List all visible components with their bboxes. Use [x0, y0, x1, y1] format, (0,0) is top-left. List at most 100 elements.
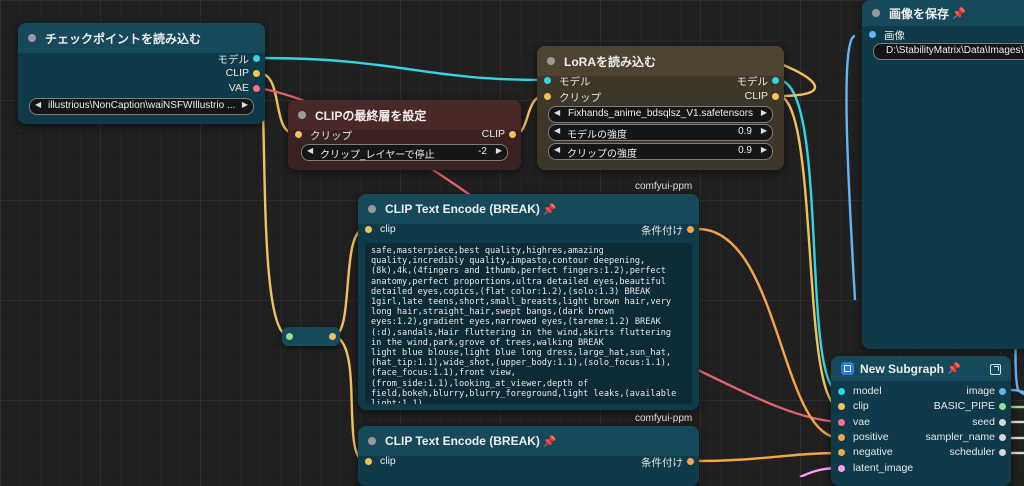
clip-last-layer-header[interactable]: CLIPの最終層を設定: [288, 100, 521, 130]
input-positive-label: positive: [853, 431, 889, 443]
lora-loader-node[interactable]: LoRAを読み込む モデル モデル クリップ CLIP ◀ Fixhands_a…: [537, 46, 784, 170]
clip-last-layer-node[interactable]: CLIPの最終層を設定 クリップ CLIP ◀ クリップ_レイヤーで停止 -2 …: [288, 100, 521, 170]
clip-io-row[interactable]: クリップ CLIP: [288, 127, 521, 143]
checkpoint-loader-node[interactable]: チェックポイントを読み込む モデル CLIP VAE ◀ illustrious…: [18, 23, 265, 124]
output-scheduler-label: scheduler: [949, 446, 995, 458]
output-clip-slot[interactable]: [509, 131, 516, 138]
input-model-label: モデル: [559, 76, 591, 88]
ckpt-name-value: illustrious\NonCaption\waiNSFWIllustrio …: [48, 100, 235, 111]
output-image-slot[interactable]: [999, 388, 1006, 395]
output-scheduler-slot[interactable]: [999, 449, 1006, 456]
output-clip-row[interactable]: CLIP: [18, 66, 265, 82]
wire-vae-to-subgraph-b: [697, 368, 841, 424]
collapse-dot-icon[interactable]: [298, 111, 306, 119]
output-basic-pipe-slot[interactable]: [999, 403, 1006, 410]
lora-name-value: Fixhands_anime_bdsqlsz_V1.safetensors: [567, 108, 754, 119]
output-sampler-name-label: sampler_name: [925, 431, 995, 443]
subgraph-header[interactable]: New Subgraph 📌: [831, 356, 1011, 381]
input-vae-label: vae: [853, 416, 870, 428]
input-latent-image-label: latent_image: [853, 462, 914, 474]
increment-arrow-icon[interactable]: ▶: [761, 126, 767, 135]
arrow-right-icon[interactable]: ▶: [242, 100, 248, 109]
output-conditioning-slot[interactable]: [687, 458, 694, 465]
input-clip-slot[interactable]: [365, 226, 372, 233]
clip-text-encode-positive-node[interactable]: CLIP Text Encode (BREAK) 📌 clip 条件付け saf…: [358, 194, 699, 410]
arrow-left-icon[interactable]: ◀: [35, 100, 41, 109]
lora-name-combo[interactable]: ◀ Fixhands_anime_bdsqlsz_V1.safetensors …: [548, 106, 773, 123]
collapse-dot-icon[interactable]: [872, 9, 880, 17]
input-latent-image-slot[interactable]: [838, 465, 845, 472]
input-negative-slot[interactable]: [838, 449, 845, 456]
output-image-label: image: [966, 385, 995, 397]
reroute-output-slot[interactable]: [329, 333, 336, 340]
pin-icon[interactable]: 📌: [947, 362, 961, 375]
increment-arrow-icon[interactable]: ▶: [496, 146, 502, 155]
clip-text-encode-header[interactable]: CLIP Text Encode (BREAK) 📌: [358, 194, 699, 224]
open-subgraph-icon[interactable]: [990, 364, 1001, 375]
collapse-dot-icon[interactable]: [28, 34, 36, 42]
output-model-slot[interactable]: [772, 77, 779, 84]
arrow-left-icon[interactable]: ◀: [554, 108, 560, 117]
subgraph-row-1[interactable]: model image: [831, 384, 1011, 400]
output-conditioning-label: 条件付け: [641, 457, 683, 469]
decrement-arrow-icon[interactable]: ◀: [307, 146, 313, 155]
input-image-slot[interactable]: [869, 31, 876, 38]
clip-io-row[interactable]: clip 条件付け: [358, 454, 699, 470]
output-clip-label: CLIP: [744, 90, 768, 102]
clip-text-encode-header[interactable]: CLIP Text Encode (BREAK) 📌: [358, 426, 699, 456]
decrement-arrow-icon[interactable]: ◀: [554, 145, 560, 154]
prompt-textarea[interactable]: safe,masterpiece,best quality,highres,am…: [365, 243, 692, 404]
checkpoint-loader-header[interactable]: チェックポイントを読み込む: [18, 23, 265, 53]
strength-clip-label: クリップの強度: [567, 149, 637, 160]
input-model-slot[interactable]: [544, 77, 551, 84]
model-io-row[interactable]: モデル モデル: [537, 73, 784, 89]
input-positive-slot[interactable]: [838, 434, 845, 441]
output-clip-slot[interactable]: [253, 70, 260, 77]
collapse-dot-icon[interactable]: [547, 57, 555, 65]
increment-arrow-icon[interactable]: ▶: [761, 145, 767, 154]
ckpt-name-combo[interactable]: ◀ illustrious\NonCaption\waiNSFWIllustri…: [29, 98, 254, 115]
output-vae-slot[interactable]: [253, 85, 260, 92]
clip-io-row[interactable]: クリップ CLIP: [537, 89, 784, 105]
subgraph-title: New Subgraph: [860, 361, 945, 376]
output-vae-row[interactable]: VAE: [18, 81, 265, 97]
lora-loader-header[interactable]: LoRAを読み込む: [537, 46, 784, 76]
strength-clip-number[interactable]: ◀ クリップの強度 0.9 ▶: [548, 143, 773, 160]
input-model-slot[interactable]: [838, 388, 845, 395]
subgraph-node[interactable]: New Subgraph 📌 model image clip BASIC_PI…: [831, 356, 1011, 486]
pin-icon[interactable]: 📌: [952, 7, 966, 20]
strength-model-number[interactable]: ◀ モデルの強度 0.9 ▶: [548, 124, 773, 141]
subgraph-row-6[interactable]: latent_image: [831, 461, 1011, 477]
arrow-right-icon[interactable]: ▶: [761, 108, 767, 117]
stop-at-layer-number[interactable]: ◀ クリップ_レイヤーで停止 -2 ▶: [301, 144, 508, 161]
output-conditioning-slot[interactable]: [687, 226, 694, 233]
collapse-dot-icon[interactable]: [368, 205, 376, 213]
filename-prefix-field[interactable]: D:\StabilityMatrix\Data\Images\Te: [873, 43, 1024, 60]
output-model-slot[interactable]: [253, 55, 260, 62]
collapse-dot-icon[interactable]: [368, 437, 376, 445]
save-image-header[interactable]: 画像を保存 📌: [862, 0, 1024, 26]
input-clip-slot[interactable]: [295, 131, 302, 138]
input-vae-slot[interactable]: [838, 419, 845, 426]
reroute-node[interactable]: [282, 327, 340, 346]
clip-text-encode-negative-node[interactable]: CLIP Text Encode (BREAK) 📌 clip 条件付け: [358, 426, 699, 486]
subgraph-row-2[interactable]: clip BASIC_PIPE: [831, 399, 1011, 415]
subgraph-row-4[interactable]: positive sampler_name: [831, 430, 1011, 446]
pin-icon[interactable]: 📌: [543, 203, 557, 216]
subgraph-row-5[interactable]: negative scheduler: [831, 445, 1011, 461]
decrement-arrow-icon[interactable]: ◀: [554, 126, 560, 135]
output-clip-slot[interactable]: [772, 93, 779, 100]
reroute-input-slot[interactable]: [286, 333, 293, 340]
pin-icon[interactable]: 📌: [543, 435, 557, 448]
output-sampler-name-slot[interactable]: [999, 434, 1006, 441]
input-clip-slot[interactable]: [838, 403, 845, 410]
subgraph-row-3[interactable]: vae seed: [831, 415, 1011, 431]
output-model-row[interactable]: モデル: [18, 51, 265, 67]
clip-io-row[interactable]: clip 条件付け: [358, 222, 699, 238]
save-image-node[interactable]: 画像を保存 📌 画像 D:\StabilityMatrix\Data\Image…: [862, 0, 1024, 349]
input-clip-slot[interactable]: [365, 458, 372, 465]
input-clip-label: clip: [380, 455, 396, 467]
input-image-row[interactable]: 画像: [862, 27, 1024, 43]
input-clip-slot[interactable]: [544, 93, 551, 100]
output-seed-slot[interactable]: [999, 419, 1006, 426]
